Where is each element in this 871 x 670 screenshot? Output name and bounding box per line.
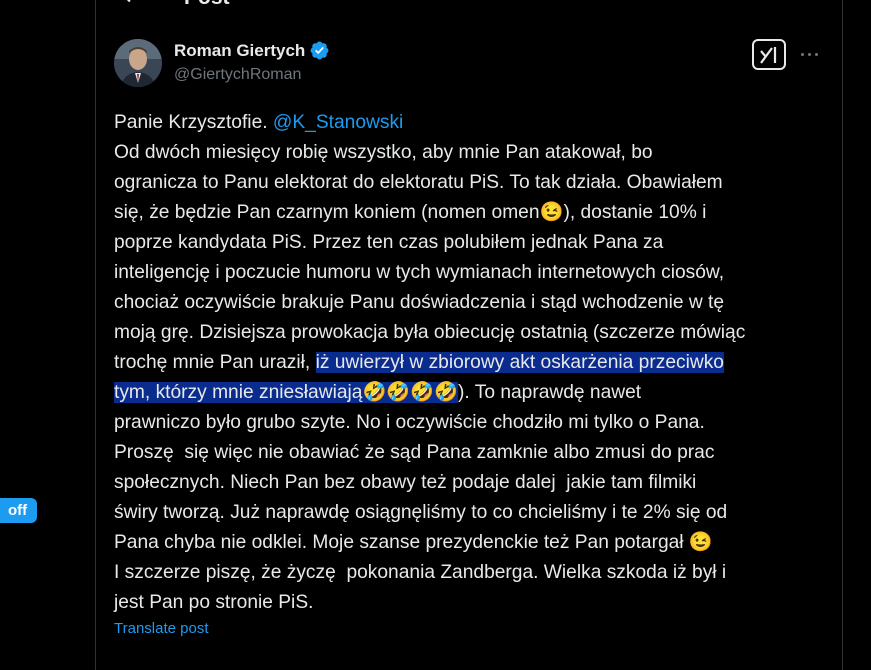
sidebar-badge[interactable]: off <box>0 498 38 523</box>
page-title: Post <box>184 0 230 10</box>
more-options-icon[interactable] <box>801 48 823 60</box>
back-arrow-icon[interactable] <box>118 0 144 8</box>
post-line: chociaż oczywiście brakuje Panu doświadc… <box>114 292 725 313</box>
selected-text: iż uwierzył w zbiorowy akt oskarżenia pr… <box>315 352 724 373</box>
post-line: I szczerze piszę, że życzę pokonania Zan… <box>114 562 727 583</box>
post-line: trochę mnie Pan uraził, <box>114 352 316 373</box>
selected-text: tym, którzy mnie zniesławiają🤣🤣🤣🤣 <box>114 382 459 403</box>
verified-badge-icon <box>310 41 329 60</box>
wink-emoji: 😉 <box>539 202 564 223</box>
post-line: Od dwóch miesięcy robię wszystko, aby mn… <box>114 142 653 163</box>
author-handle[interactable]: @GiertychRoman <box>174 66 301 84</box>
post-column: Post Roman Giertych @GiertychRoman Panie… <box>95 0 843 670</box>
post-line: społecznych. Niech Pan bez obawy też pod… <box>114 472 697 493</box>
avatar-image <box>114 39 162 87</box>
avatar[interactable] <box>114 39 162 87</box>
post-line: Panie Krzysztofie. <box>114 112 273 133</box>
post-line: inteligencję i poczucie humoru w tych wy… <box>114 262 725 283</box>
grok-glyph-icon <box>760 46 777 64</box>
sidebar-badge-label: off <box>8 502 28 519</box>
post-line: ogranicza to Panu elektorat do elektorat… <box>114 172 723 193</box>
mention-link[interactable]: @K_Stanowski <box>273 112 403 133</box>
post-line: poprze kandydata PiS. Przez ten czas pol… <box>114 232 664 253</box>
post-line: prawniczo było grubo szyte. No i oczywiś… <box>114 412 705 433</box>
post-line: ), dostanie 10% i <box>563 202 707 223</box>
post-line: się, że będzie Pan czarnym koniem (nomen… <box>114 202 540 223</box>
wink-emoji: 😉 <box>688 532 713 553</box>
translate-post-link[interactable]: Translate post <box>114 620 209 637</box>
post-header: Post <box>96 0 842 10</box>
grok-icon[interactable] <box>752 39 786 70</box>
author-name-line: Roman Giertych <box>174 40 330 61</box>
post-line: świry tworzą. Już naprawdę osiągnęliśmy … <box>114 502 728 523</box>
post-line: moją grę. Dzisiejsza prowokacja była obi… <box>114 322 746 343</box>
post-line: Pana chyba nie odklei. Moje szanse prezy… <box>114 532 689 553</box>
post-line: Proszę się więc nie obawiać że sąd Pana … <box>114 442 715 463</box>
post-line: ). To naprawdę nawet <box>458 382 642 403</box>
post-line: jest Pan po stronie PiS. <box>114 592 314 613</box>
author-name[interactable]: Roman Giertych <box>174 41 305 61</box>
post-text: Panie Krzysztofie. @K_Stanowski Od dwóch… <box>114 108 824 618</box>
